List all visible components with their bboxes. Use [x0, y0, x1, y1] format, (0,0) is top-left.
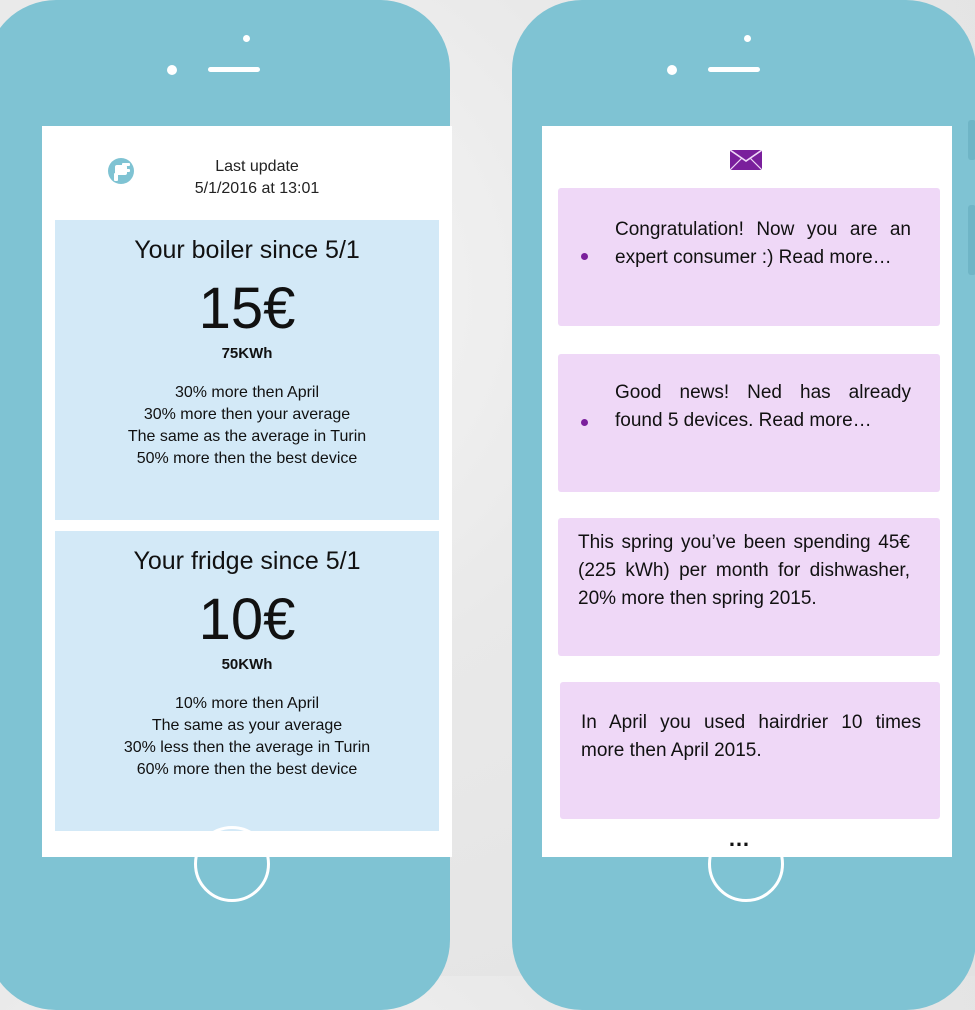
device-title: Your boiler since 5/1 [134, 236, 360, 264]
side-button [968, 205, 975, 275]
message-card[interactable]: Congratulation! Now you are an expert co… [558, 188, 940, 326]
device-cost: 15€ [198, 276, 296, 341]
envelope-icon[interactable] [730, 150, 762, 170]
phone-screen: Last update 5/1/2016 at 13:01 Your boile… [42, 126, 452, 857]
message-text: Congratulation! Now you are an expert co… [615, 219, 911, 268]
home-button[interactable] [194, 826, 270, 902]
device-note: 10% more then April [174, 695, 320, 712]
device-cost: 10€ [198, 587, 296, 652]
message-card[interactable]: In April you used hairdrier 10 times mor… [560, 682, 940, 819]
device-notes: 10% more then April The same as your ave… [55, 693, 439, 781]
device-kwh: 75KWh [221, 345, 273, 362]
device-note: 30% more then April [174, 384, 320, 401]
side-button [968, 120, 975, 160]
left-phone: Last update 5/1/2016 at 13:01 Your boile… [0, 0, 452, 1010]
device-note: 60% more then the best device [136, 761, 358, 778]
message-card[interactable]: Good news! Ned has already found 5 devic… [558, 354, 940, 492]
message-text: This spring you’ve been spending 45€ (22… [578, 532, 910, 609]
device-note: 30% more then your average [143, 406, 351, 423]
device-note: 30% less then the average in Turin [123, 739, 371, 756]
last-update: Last update 5/1/2016 at 13:01 [152, 156, 362, 200]
phone-screen: Congratulation! Now you are an expert co… [542, 126, 952, 857]
device-notes: 30% more then April 30% more then your a… [55, 382, 439, 470]
front-sensor [744, 35, 751, 42]
front-camera [167, 65, 177, 75]
device-title: Your fridge since 5/1 [133, 547, 361, 575]
earpiece-speaker [208, 67, 260, 72]
front-camera [667, 65, 677, 75]
device-note: The same as the average in Turin [127, 428, 367, 445]
device-kwh: 50KWh [221, 656, 273, 673]
bullet-icon [581, 419, 588, 426]
message-card[interactable]: This spring you’ve been spending 45€ (22… [558, 518, 940, 656]
device-card-fridge[interactable]: Your fridge since 5/1 10€ 50KWh 10% more… [55, 531, 439, 831]
home-button[interactable] [708, 826, 784, 902]
bullet-icon [581, 253, 588, 260]
last-update-label: Last update [215, 158, 299, 175]
earpiece-speaker [708, 67, 760, 72]
device-card-boiler[interactable]: Your boiler since 5/1 15€ 75KWh 30% more… [55, 220, 439, 520]
message-text: In April you used hairdrier 10 times mor… [581, 712, 921, 761]
right-phone: Congratulation! Now you are an expert co… [512, 0, 975, 1010]
front-sensor [243, 35, 250, 42]
device-note: The same as your average [151, 717, 343, 734]
device-note: 50% more then the best device [136, 450, 358, 467]
plug-icon [108, 158, 134, 184]
message-text: Good news! Ned has already found 5 devic… [615, 382, 911, 431]
last-update-time: 5/1/2016 at 13:01 [194, 180, 320, 197]
